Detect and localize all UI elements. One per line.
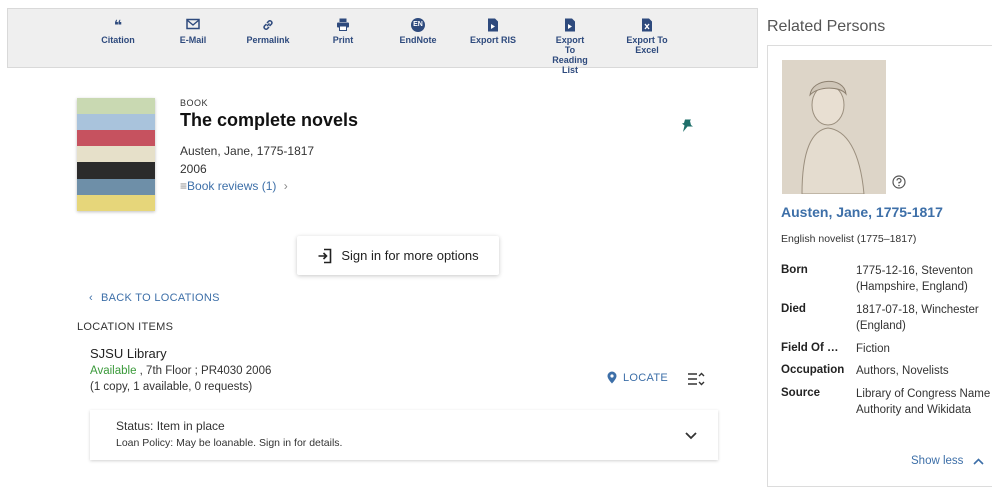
export-reading-list-label: Export To Reading List <box>552 35 588 75</box>
died-value: 1817-07-18, Winchester (England) <box>856 304 979 332</box>
born-value: 1775-12-16, Steventon (Hampshire, Englan… <box>856 265 974 293</box>
endnote-label: EndNote <box>399 35 437 45</box>
chevron-right-icon: › <box>283 179 288 193</box>
book-reviews-link[interactable]: ≡Book reviews (1) › <box>180 179 288 193</box>
show-less-label: Show less <box>911 455 964 467</box>
item-status-card[interactable]: Status: Item in place Loan Policy: May b… <box>90 410 718 460</box>
file-export-icon <box>458 18 528 33</box>
endnote-icon: EN <box>383 18 453 33</box>
related-persons-heading: Related Persons <box>767 18 886 35</box>
file-export-icon <box>535 18 605 33</box>
record-title[interactable]: The complete novels <box>180 110 358 131</box>
availability-line: Available , 7th Floor ; PR4030 2006 <box>90 365 271 377</box>
quote-icon: ❝ <box>113 17 123 33</box>
copy-counts: (1 copy, 1 available, 0 requests) <box>90 381 253 393</box>
loan-policy: Loan Policy: May be loanable. Sign in fo… <box>116 437 343 449</box>
back-to-locations-link[interactable]: ‹ BACK TO LOCATIONS <box>89 292 220 304</box>
library-name: SJSU Library <box>90 346 167 361</box>
printer-icon <box>308 18 378 33</box>
export-excel-label: Export To Excel <box>626 35 668 55</box>
call-number: , 7th Floor ; PR4030 2006 <box>136 365 272 377</box>
locate-label: LOCATE <box>623 371 668 384</box>
chevron-down-icon[interactable] <box>685 427 697 445</box>
pushpin-icon[interactable] <box>681 119 693 138</box>
print-label: Print <box>332 35 354 45</box>
item-status: Status: Item in place <box>116 419 225 433</box>
sort-lines-icon[interactable] <box>687 371 705 392</box>
availability-status: Available <box>90 365 137 377</box>
export-excel-button[interactable]: Export To Excel <box>612 18 682 55</box>
envelope-icon <box>158 18 228 33</box>
sign-in-label: Sign in for more options <box>341 248 479 263</box>
occupation-value: Authors, Novelists <box>856 365 949 377</box>
citation-button[interactable]: ❝ Citation <box>83 18 153 45</box>
field-of-value: Fiction <box>856 343 890 355</box>
back-to-locations-label: BACK TO LOCATIONS <box>100 292 220 304</box>
sign-in-icon <box>318 248 332 263</box>
export-ris-label: Export RIS <box>469 35 516 45</box>
locate-button[interactable]: LOCATE <box>607 371 668 384</box>
book-cover-image[interactable] <box>77 98 155 211</box>
action-toolbar: ❝ Citation E-Mail Permalink Print EN End… <box>7 8 758 75</box>
export-reading-list-button[interactable]: Export To Reading List <box>535 18 605 75</box>
endnote-badge: EN <box>411 18 425 32</box>
email-button[interactable]: E-Mail <box>158 18 228 45</box>
export-ris-button[interactable]: Export RIS <box>458 18 528 45</box>
person-name-link[interactable]: Austen, Jane, 1775-1817 <box>781 204 943 220</box>
source-value: Library of Congress Name Authority and W… <box>856 388 991 416</box>
permalink-label: Permalink <box>246 35 290 45</box>
born-label: Born <box>781 264 808 276</box>
record-type: BOOK <box>180 98 209 108</box>
permalink-button[interactable]: Permalink <box>233 18 303 45</box>
occupation-label: Occupation <box>781 364 845 376</box>
source-label: Source <box>781 387 820 399</box>
list-icon: ≡ <box>180 179 188 193</box>
chevron-left-icon: ‹ <box>89 292 93 304</box>
chevron-up-icon <box>973 457 984 465</box>
show-less-button[interactable]: Show less <box>911 455 984 467</box>
endnote-button[interactable]: EN EndNote <box>383 18 453 45</box>
book-reviews-label: Book reviews (1) <box>187 179 277 193</box>
record-author[interactable]: Austen, Jane, 1775-1817 <box>180 144 314 158</box>
sign-in-button[interactable]: Sign in for more options <box>297 236 499 275</box>
record-year: 2006 <box>180 162 207 176</box>
person-portrait <box>782 60 886 194</box>
question-circle-icon[interactable] <box>892 175 906 194</box>
excel-file-icon <box>612 18 682 33</box>
person-description: English novelist (1775–1817) <box>781 233 917 245</box>
location-items-heading: LOCATION ITEMS <box>77 321 174 333</box>
print-button[interactable]: Print <box>308 18 378 45</box>
link-icon <box>233 18 303 33</box>
died-label: Died <box>781 303 806 315</box>
email-label: E-Mail <box>179 35 207 45</box>
map-pin-icon <box>607 371 617 384</box>
citation-label: Citation <box>101 35 135 45</box>
field-of-label: Field Of … <box>781 342 839 354</box>
